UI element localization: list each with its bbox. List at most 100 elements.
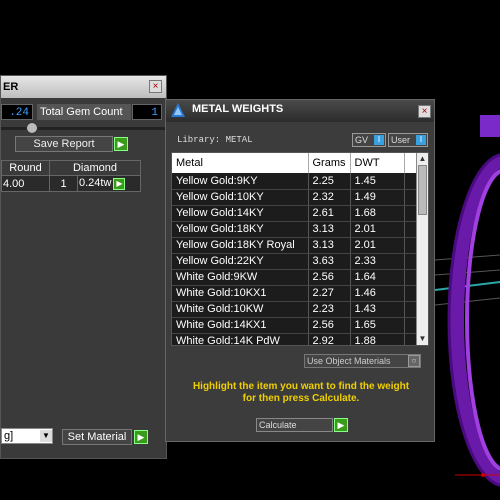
table-row[interactable]: Yellow Gold:10KY 2.32 1.49	[172, 189, 417, 206]
grams-cell: 2.32	[308, 189, 351, 206]
column-header-metal[interactable]: Metal	[172, 153, 309, 173]
spacer-cell	[404, 333, 417, 345]
grams-cell: 2.25	[308, 173, 351, 190]
dwt-cell: 2.01	[350, 221, 405, 238]
chevron-down-icon[interactable]: ▼	[40, 430, 52, 442]
instruction-line: for then press Calculate.	[242, 393, 360, 404]
table-cell-text: 0.24tw	[79, 177, 112, 189]
grams-cell: 2.23	[308, 301, 351, 318]
dwt-cell: 1.43	[350, 301, 405, 318]
user-label: User	[391, 135, 411, 145]
table-cell: 4.00	[1, 175, 50, 192]
table-cell: 1	[49, 175, 78, 192]
table-row[interactable]: Yellow Gold:18KY 3.13 2.01	[172, 221, 417, 238]
slider-handle[interactable]	[26, 122, 38, 134]
spacer-cell	[404, 205, 417, 222]
gem-report-titlebar[interactable]: ER	[1, 76, 166, 98]
use-object-materials-toggle[interactable]: Use Object Materials	[304, 354, 421, 368]
scroll-thumb[interactable]	[418, 165, 427, 215]
table-row[interactable]: White Gold:10KX1 2.27 1.46	[172, 285, 417, 302]
close-icon[interactable]: ×	[418, 105, 431, 118]
toggle-indicator-icon: I	[416, 135, 426, 145]
column-header-grams[interactable]: Grams	[308, 153, 351, 173]
grams-cell: 2.56	[308, 269, 351, 286]
total-gem-count-label: Total Gem Count	[37, 104, 131, 120]
set-material-button[interactable]: Set Material	[62, 429, 132, 445]
instruction-text: Highlight the item you want to find the …	[176, 381, 426, 405]
dwt-cell: 1.49	[350, 189, 405, 206]
play-arrow-icon[interactable]: ▶	[334, 418, 348, 432]
dialog-titlebar[interactable]: METAL WEIGHTS ×	[166, 100, 434, 122]
metal-name-cell: White Gold:14KX1	[172, 317, 309, 334]
metal-list[interactable]: Metal Grams DWT Yellow Gold:9KY 2.25 1.45 Y…	[171, 152, 429, 346]
table-row[interactable]: White Gold:10KW 2.23 1.43	[172, 301, 417, 318]
table-row[interactable]: Yellow Gold:18KY Royal 3.13 2.01	[172, 237, 417, 254]
column-header: Diamond	[49, 160, 141, 176]
metal-name-cell: White Gold:9KW	[172, 269, 309, 286]
gv-toggle[interactable]: GV I	[352, 133, 386, 147]
metal-name-cell: Yellow Gold:14KY	[172, 205, 309, 222]
dwt-cell: 1.45	[350, 173, 405, 190]
grams-cell: 3.13	[308, 237, 351, 254]
grams-cell: 3.13	[308, 221, 351, 238]
save-report-button[interactable]: Save Report	[15, 136, 113, 152]
column-header-spacer	[404, 153, 417, 173]
spacer-cell	[404, 301, 417, 318]
grams-cell: 2.56	[308, 317, 351, 334]
metal-name-cell: Yellow Gold:9KY	[172, 173, 309, 190]
spacer-cell	[404, 253, 417, 270]
metal-name-cell: Yellow Gold:18KY	[172, 221, 309, 238]
table-row[interactable]: White Gold:9KW 2.56 1.64	[172, 269, 417, 286]
metal-table: Metal Grams DWT Yellow Gold:9KY 2.25 1.45 Y…	[172, 153, 417, 345]
spacer-cell	[404, 269, 417, 286]
dwt-cell: 1.64	[350, 269, 405, 286]
metal-weights-dialog: METAL WEIGHTS × Library: METAL GV I User…	[165, 99, 435, 442]
scroll-down-icon[interactable]: ▼	[417, 333, 428, 345]
gem-table: Round Diamond 4.00 1 0.24tw ▶	[1, 160, 141, 192]
spacer-cell	[404, 221, 417, 238]
table-row[interactable]: Yellow Gold:22KY 3.63 2.33	[172, 253, 417, 270]
metal-name-cell: White Gold:14K PdW	[172, 333, 309, 345]
calculate-button[interactable]: Calculate	[256, 418, 333, 432]
dwt-cell: 1.68	[350, 205, 405, 222]
gv-label: GV	[355, 135, 369, 145]
column-header: Round	[1, 160, 50, 176]
grams-cell: 3.63	[308, 253, 351, 270]
column-header-dwt[interactable]: DWT	[350, 153, 405, 173]
carat-value: .24	[1, 104, 33, 120]
close-icon[interactable]: ×	[149, 80, 162, 93]
table-row[interactable]: 4.00 1 0.24tw ▶	[1, 175, 141, 192]
table-row[interactable]: White Gold:14K PdW 2.92 1.88	[172, 333, 417, 345]
dialog-title: METAL WEIGHTS	[192, 103, 284, 115]
table-row[interactable]: Yellow Gold:14KY 2.61 1.68	[172, 205, 417, 222]
user-toggle[interactable]: User I	[388, 133, 428, 147]
gem-report-panel: ER × .24 Total Gem Count 1 Save Report ▶…	[0, 75, 167, 459]
play-arrow-icon[interactable]: ▶	[134, 430, 148, 444]
library-label: Library: METAL	[177, 135, 253, 145]
spacer-cell	[404, 317, 417, 334]
app-logo-icon	[171, 103, 185, 117]
toggle-indicator-icon: I	[374, 135, 384, 145]
table-row[interactable]: White Gold:14KX1 2.56 1.65	[172, 317, 417, 334]
play-arrow-icon[interactable]: ▶	[113, 178, 126, 190]
metal-name-cell: White Gold:10KX1	[172, 285, 309, 302]
grams-cell: 2.61	[308, 205, 351, 222]
metal-name-cell: Yellow Gold:10KY	[172, 189, 309, 206]
spacer-cell	[404, 237, 417, 254]
dwt-cell: 2.01	[350, 237, 405, 254]
metal-rows: Yellow Gold:9KY 2.25 1.45 Yellow Gold:10KY 2…	[172, 173, 417, 345]
checkbox-icon[interactable]: ○	[408, 355, 420, 367]
metal-name-cell: Yellow Gold:18KY Royal	[172, 237, 309, 254]
spacer-cell	[404, 285, 417, 302]
dwt-cell: 1.65	[350, 317, 405, 334]
dwt-cell: 1.88	[350, 333, 405, 345]
scroll-up-icon[interactable]: ▲	[417, 153, 428, 165]
total-gem-count-value: 1	[132, 104, 162, 120]
vertical-scrollbar[interactable]: ▲ ▼	[416, 153, 428, 345]
ring-3d-viewport[interactable]	[435, 110, 500, 500]
metal-name-cell: White Gold:10KW	[172, 301, 309, 318]
play-arrow-icon[interactable]: ▶	[114, 137, 128, 151]
table-row[interactable]: Yellow Gold:9KY 2.25 1.45	[172, 173, 417, 190]
spacer-cell	[404, 189, 417, 206]
metal-name-cell: Yellow Gold:22KY	[172, 253, 309, 270]
